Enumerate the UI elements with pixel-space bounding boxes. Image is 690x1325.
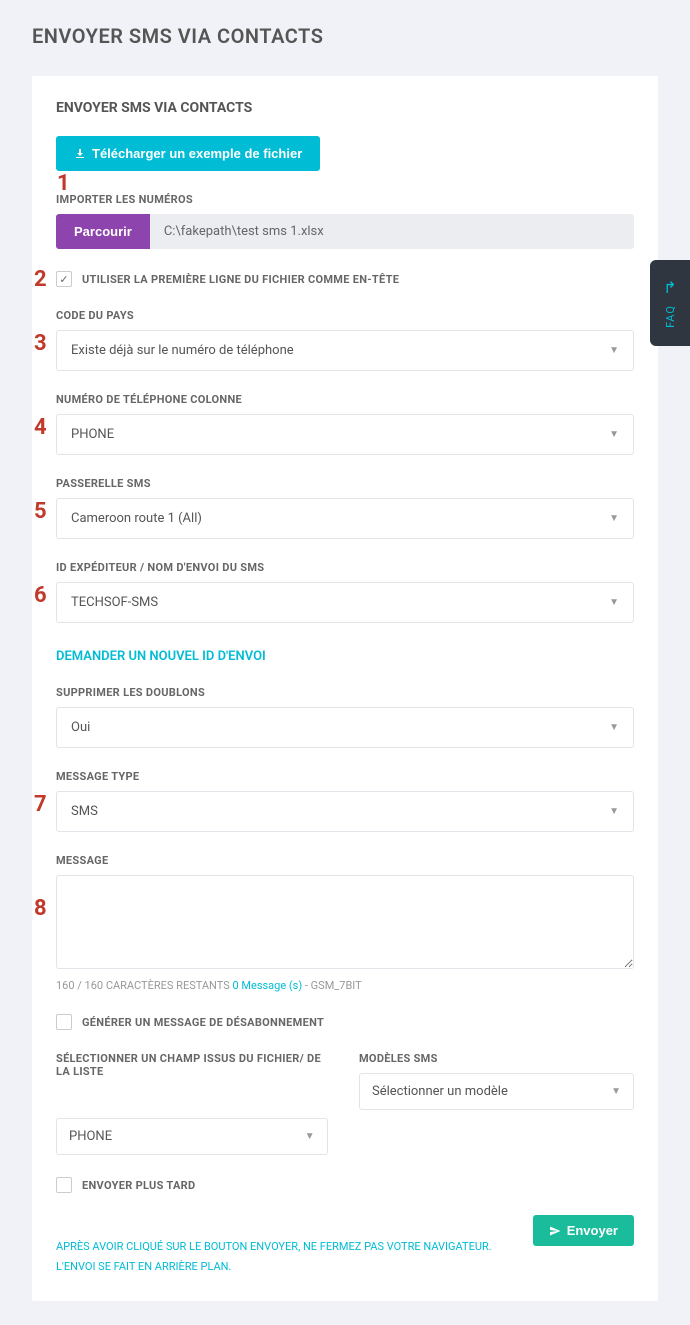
chevron-down-icon: ▼ (609, 597, 619, 608)
message-label: MESSAGE (56, 854, 634, 867)
step-marker-1: 1 (57, 171, 70, 196)
faq-label: FAQ (664, 305, 677, 328)
step-marker-6: 6 (34, 583, 47, 608)
step-marker-4: 4 (34, 415, 47, 440)
chevron-down-icon: ▼ (609, 513, 619, 524)
paper-plane-icon (549, 1225, 561, 1237)
gateway-select[interactable]: Cameroon route 1 (All) ▼ (56, 498, 634, 539)
phone-column-select[interactable]: PHONE ▼ (56, 414, 634, 455)
file-path-display: C:\fakepath\test sms 1.xlsx (150, 214, 634, 249)
download-sample-button[interactable]: Télécharger un exemple de fichier (56, 136, 320, 171)
message-textarea[interactable] (56, 875, 634, 969)
unsubscribe-checkbox[interactable] (56, 1014, 72, 1030)
chevron-down-icon: ▼ (305, 1131, 315, 1142)
template-value: Sélectionner un modèle (372, 1084, 508, 1099)
browse-label: Parcourir (74, 224, 132, 239)
sender-id-label: ID EXPÉDITEUR / NOM D'ENVOI DU SMS (56, 561, 634, 574)
chevron-down-icon: ▼ (609, 806, 619, 817)
page-title: ENVOYER SMS VIA CONTACTS (32, 24, 658, 48)
country-code-value: Existe déjà sur le numéro de téléphone (71, 343, 294, 358)
download-icon (74, 148, 86, 160)
dedupe-label: SUPPRIMER LES DOUBLONS (56, 686, 634, 699)
card-title: ENVOYER SMS VIA CONTACTS (56, 100, 634, 116)
dedupe-select[interactable]: Oui ▼ (56, 707, 634, 748)
send-later-checkbox[interactable] (56, 1177, 72, 1193)
browse-button[interactable]: Parcourir (56, 214, 150, 249)
use-header-checkbox[interactable] (56, 271, 72, 287)
faq-tab[interactable]: ↱ FAQ (650, 260, 690, 346)
step-marker-3: 3 (34, 331, 47, 356)
step-marker-7: 7 (34, 792, 47, 817)
message-type-value: SMS (71, 804, 98, 819)
field-select-label: SÉLECTIONNER UN CHAMP ISSUS DU FICHIER/ … (56, 1052, 331, 1078)
use-header-label: UTILISER LA PREMIÈRE LIGNE DU FICHIER CO… (82, 273, 399, 286)
dedupe-value: Oui (71, 720, 90, 735)
step-marker-8: 8 (34, 896, 47, 921)
page-container: ENVOYER SMS VIA CONTACTS ENVOYER SMS VIA… (0, 0, 690, 1325)
char-counter: 160 / 160 CARACTÈRES RESTANTS 0 Message … (56, 979, 634, 992)
share-icon: ↱ (663, 278, 676, 297)
sender-id-select[interactable]: TECHSOF-SMS ▼ (56, 582, 634, 623)
template-select[interactable]: Sélectionner un modèle ▼ (359, 1073, 634, 1110)
country-code-select[interactable]: Existe déjà sur le numéro de téléphone ▼ (56, 330, 634, 371)
step-marker-2: 2 (34, 267, 47, 292)
unsubscribe-label: GÉNÉRER UN MESSAGE DE DÉSABONNEMENT (82, 1016, 324, 1029)
send-later-label: ENVOYER PLUS TARD (82, 1179, 195, 1192)
chevron-down-icon: ▼ (609, 345, 619, 356)
message-type-label: MESSAGE TYPE (56, 770, 634, 783)
gateway-value: Cameroon route 1 (All) (71, 511, 202, 526)
phone-column-label: NUMÉRO DE TÉLÉPHONE COLONNE (56, 393, 634, 406)
send-button-label: Envoyer (567, 1223, 618, 1238)
request-sender-id-link[interactable]: DEMANDER UN NOUVEL ID D'ENVOI (56, 649, 266, 664)
phone-column-value: PHONE (71, 427, 114, 442)
step-marker-5: 5 (34, 499, 47, 524)
send-button[interactable]: Envoyer (533, 1215, 634, 1246)
gateway-label: PASSERELLE SMS (56, 477, 634, 490)
country-code-label: CODE DU PAYS (56, 309, 634, 322)
message-type-select[interactable]: SMS ▼ (56, 791, 634, 832)
field-select-value: PHONE (69, 1129, 112, 1144)
chevron-down-icon: ▼ (611, 1086, 621, 1097)
field-select[interactable]: PHONE ▼ (56, 1118, 328, 1155)
template-label: MODÈLES SMS (359, 1052, 634, 1065)
chevron-down-icon: ▼ (609, 722, 619, 733)
import-numbers-label: IMPORTER LES NUMÉROS (56, 193, 634, 206)
chevron-down-icon: ▼ (609, 429, 619, 440)
download-sample-label: Télécharger un exemple de fichier (92, 146, 302, 161)
form-card: ENVOYER SMS VIA CONTACTS Télécharger un … (32, 76, 658, 1301)
sender-id-value: TECHSOF-SMS (71, 595, 158, 610)
